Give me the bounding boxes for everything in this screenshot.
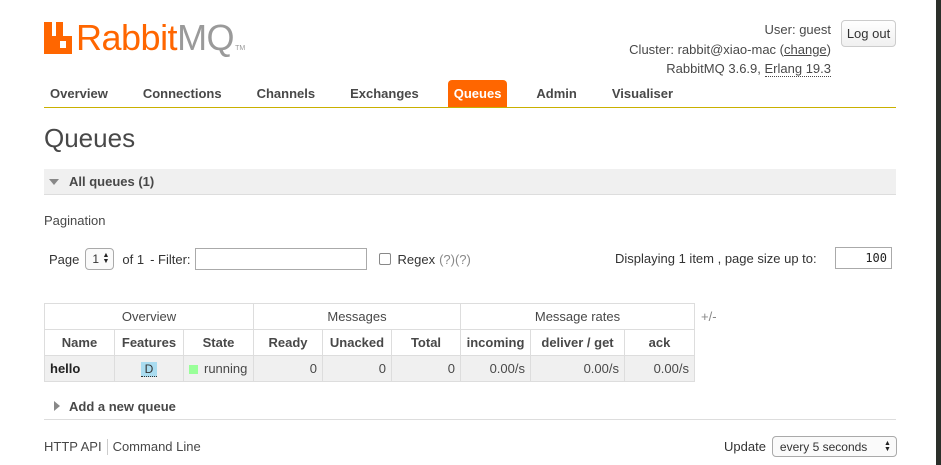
change-cluster-link[interactable]: change: [784, 42, 827, 57]
column-toggle-link[interactable]: +/-: [701, 309, 717, 324]
expand-triangle-icon: [54, 401, 60, 411]
col-total[interactable]: Total: [391, 329, 461, 356]
add-queue-section-toggle[interactable]: Add a new queue: [44, 393, 896, 420]
footer-links: HTTP API Command Line: [44, 439, 201, 455]
logo-text: RabbitMQ: [76, 17, 235, 58]
filter-input[interactable]: [194, 248, 367, 270]
pagination-controls: Page 1 ▲ ▼ of 1 - Filter: Regex (?)(?): [49, 247, 471, 271]
rabbitmq-logo: RabbitMQ TM: [44, 18, 245, 58]
cluster-line: Cluster: rabbit@xiao-mac (change): [629, 41, 831, 57]
col-unacked[interactable]: Unacked: [322, 329, 392, 356]
running-status-icon: [189, 365, 198, 375]
queue-name-link[interactable]: hello: [44, 355, 115, 382]
col-ack[interactable]: ack: [624, 329, 695, 356]
add-queue-title: Add a new queue: [69, 398, 176, 414]
logo-trademark: TM: [235, 45, 246, 52]
display-count: Displaying 1 item , page size up to:: [615, 251, 817, 266]
cluster-name: rabbit@xiao-mac: [677, 41, 777, 57]
col-features: Features: [114, 329, 184, 356]
pagination-label: Pagination: [44, 213, 106, 228]
deliver-get-cell: 0.00/s: [530, 355, 625, 382]
col-ready[interactable]: Ready: [253, 329, 323, 356]
update-interval-select[interactable]: every 5 seconds ▲ ▼: [771, 436, 897, 457]
page-select[interactable]: 1 ▲ ▼: [85, 248, 115, 270]
version-line: RabbitMQ 3.6.9, Erlang 19.3: [666, 61, 831, 77]
group-overview: Overview: [44, 303, 254, 330]
window-edge: [936, 0, 941, 465]
regex-help-link[interactable]: (?)(?): [439, 252, 471, 267]
select-arrows-icon: ▲ ▼: [883, 439, 891, 453]
login-info: User: guest Cluster: rabbit@xiao-mac (ch…: [629, 20, 831, 79]
tab-queues[interactable]: Queues: [447, 80, 508, 107]
queues-table: Overview Messages Message rates Name Fea…: [44, 303, 695, 382]
rabbitmq-logo-icon: [44, 22, 72, 54]
incoming-cell: 0.00/s: [460, 355, 531, 382]
regex-label: Regex: [397, 251, 436, 267]
group-message-rates: Message rates: [460, 303, 695, 330]
page-count: of 1: [122, 251, 145, 267]
group-messages: Messages: [253, 303, 461, 330]
update-control: Update every 5 seconds ▲ ▼: [724, 436, 897, 457]
page-title: Queues: [44, 123, 136, 153]
tab-channels[interactable]: Channels: [251, 80, 322, 107]
user-line: User: guest: [764, 22, 832, 37]
tab-connections[interactable]: Connections: [137, 80, 228, 107]
update-label: Update: [724, 439, 766, 454]
col-deliver-get[interactable]: deliver / get: [530, 329, 625, 356]
tab-overview[interactable]: Overview: [44, 80, 114, 107]
ready-cell: 0: [253, 355, 323, 382]
col-name[interactable]: Name: [44, 329, 115, 356]
table-row[interactable]: hello D running 0 0 0 0.00/s 0.00/s 0.00…: [44, 355, 695, 382]
features-cell: D: [114, 355, 184, 382]
tab-admin[interactable]: Admin: [530, 80, 582, 107]
tab-visualiser[interactable]: Visualiser: [606, 80, 679, 107]
durable-badge: D: [140, 361, 158, 377]
http-api-link[interactable]: HTTP API: [44, 439, 102, 455]
collapse-triangle-icon: [49, 178, 59, 185]
regex-checkbox[interactable]: [378, 253, 391, 265]
page-label: Page: [49, 251, 80, 267]
filter-label: - Filter:: [150, 251, 191, 267]
page-size-input[interactable]: 100: [835, 247, 892, 269]
total-cell: 0: [391, 355, 461, 382]
col-incoming[interactable]: incoming: [460, 329, 531, 356]
all-queues-section-toggle[interactable]: All queues (1): [44, 169, 896, 195]
unacked-cell: 0: [322, 355, 392, 382]
all-queues-title: All queues (1): [69, 174, 155, 189]
state-cell: running: [183, 355, 254, 382]
ack-cell: 0.00/s: [624, 355, 695, 382]
col-state[interactable]: State: [183, 329, 254, 356]
user-name: guest: [799, 22, 831, 37]
select-arrows-icon: ▲ ▼: [102, 252, 110, 265]
command-line-link[interactable]: Command Line: [113, 439, 201, 455]
main-nav-tabs: Overview Connections Channels Exchanges …: [44, 80, 896, 108]
footer-divider: [106, 439, 108, 455]
tab-exchanges[interactable]: Exchanges: [344, 80, 425, 107]
logout-button[interactable]: Log out: [841, 20, 896, 47]
erlang-version: Erlang 19.3: [764, 61, 831, 77]
